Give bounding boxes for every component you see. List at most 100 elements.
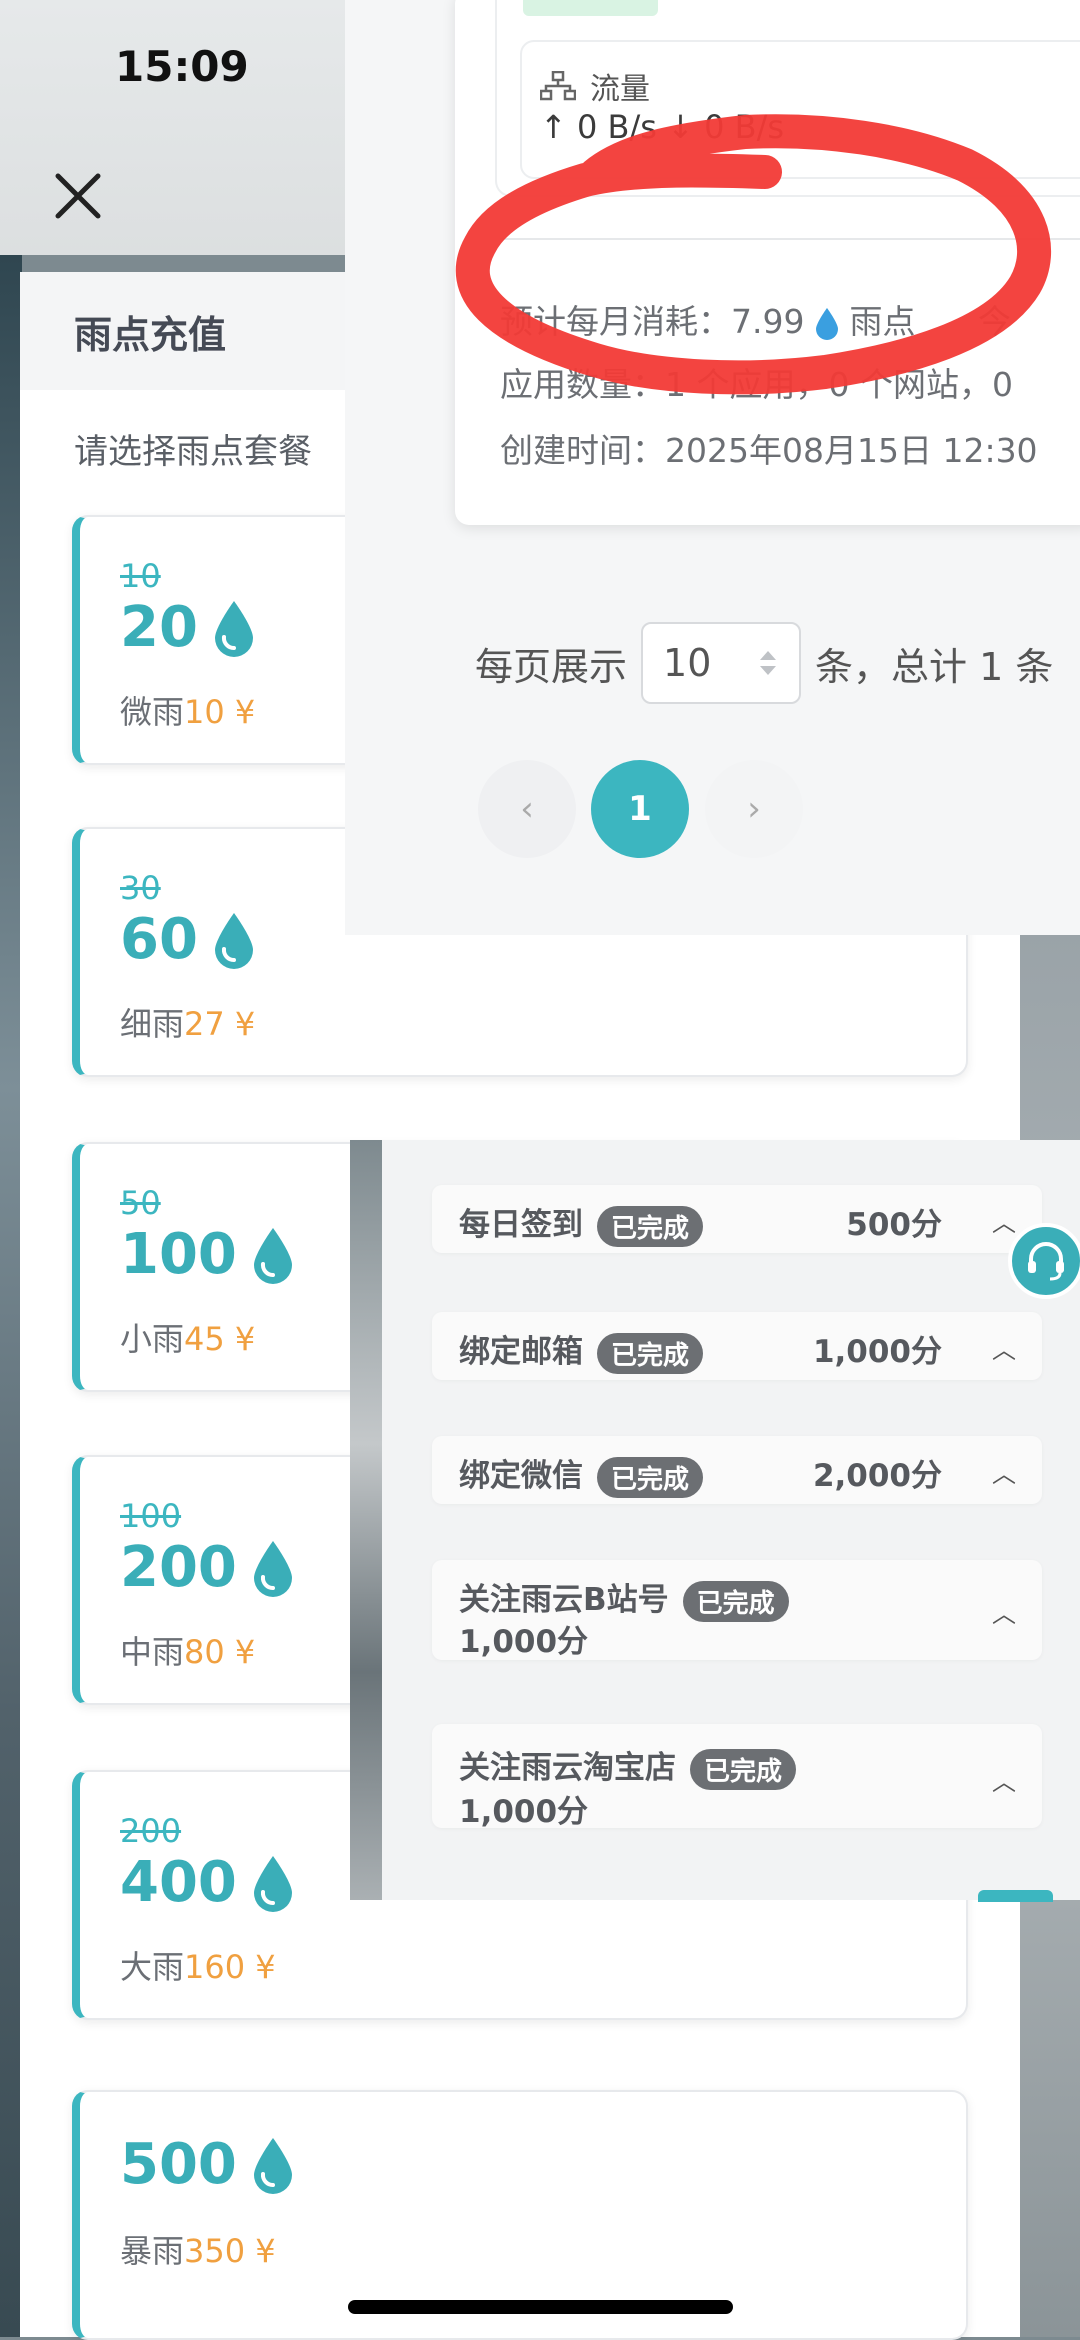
task-name: 关注雨云淘宝店 已完成 [459, 1742, 797, 1790]
package-name: 大雨 [120, 1948, 185, 1986]
status-badge: 已完成 [597, 1457, 704, 1498]
package-price: 10 ¥ [184, 693, 255, 731]
task-name: 绑定邮箱 已完成 [459, 1326, 704, 1374]
task-row[interactable]: 关注雨云B站号 已完成 1,000分 ︿ [432, 1560, 1042, 1660]
package-amount: 100 [120, 1222, 295, 1287]
original-amount: 100 [120, 1497, 182, 1535]
background-strip [350, 1140, 382, 1900]
currency-symbol: ¥ [234, 1005, 256, 1043]
task-row[interactable]: 关注雨云淘宝店 已完成 1,000分 ︿ [432, 1724, 1042, 1830]
per-page-select[interactable]: 10 [641, 622, 802, 704]
package-price-value: 45 [184, 1320, 225, 1358]
package-amount-value: 400 [120, 1850, 237, 1915]
package-amount-value: 100 [120, 1222, 237, 1287]
customer-support-button[interactable] [1008, 1223, 1080, 1299]
package-name: 暴雨 [120, 2232, 185, 2270]
package-amount-value: 20 [120, 595, 198, 660]
original-amount: 10 [120, 557, 161, 595]
task-row[interactable]: 绑定微信 已完成 2,000分 ︿ [432, 1436, 1042, 1504]
original-amount: 200 [120, 1812, 182, 1850]
package-amount: 200 [120, 1535, 295, 1600]
currency-symbol: ¥ [234, 1633, 256, 1671]
package-label: 细雨27 ¥ [120, 999, 255, 1045]
task-title: 关注雨云淘宝店 [459, 1750, 676, 1786]
package-price-value: 80 [184, 1633, 225, 1671]
task-row[interactable]: 绑定邮箱 已完成 1,000分 ︿ [432, 1312, 1042, 1380]
package-name: 细雨 [120, 1005, 185, 1043]
package-price: 350 ¥ [184, 2232, 276, 2270]
package-price: 45 ¥ [184, 1320, 255, 1358]
task-points: 1,000分 [812, 1334, 942, 1370]
status-badge: 已完成 [597, 1333, 704, 1374]
package-amount: 60 [120, 907, 256, 972]
task-points: 2,000分 [812, 1458, 942, 1494]
chevron-up-icon[interactable]: ︿ [992, 1203, 1016, 1238]
currency-symbol: ¥ [234, 693, 256, 731]
chevron-up-icon[interactable]: ︿ [992, 1454, 1016, 1489]
recharge-subtitle: 请选择雨点套餐 [74, 432, 312, 472]
raindrop-icon [253, 1540, 292, 1597]
package-label: 小雨45 ¥ [120, 1314, 255, 1360]
raindrop-icon [214, 600, 253, 657]
status-badge: 已完成 [682, 1581, 789, 1622]
task-name: 每日签到 已完成 [459, 1199, 704, 1247]
package-price: 160 ¥ [184, 1948, 276, 1986]
background-left [0, 255, 22, 2337]
per-page-label: 每页展示 [475, 644, 628, 689]
page-number: 1 [628, 789, 652, 829]
raindrop-icon [253, 2137, 292, 2194]
server-screenshot-overlay: 流量 ↑ 0 B/s ↓ 0 B/s 预计每月消耗：7.99 雨点 今 应用数量… [345, 0, 1080, 935]
original-amount: 30 [120, 869, 161, 907]
raindrop-icon [253, 1227, 292, 1284]
currency-symbol: ¥ [255, 2232, 276, 2270]
package-amount: 20 [120, 595, 256, 660]
package-amount-value: 200 [120, 1535, 237, 1600]
close-icon [55, 173, 101, 219]
task-title: 每日签到 [459, 1207, 583, 1243]
task-title: 关注雨云B站号 [459, 1582, 669, 1618]
total-count: 条，总计 1 条 [815, 644, 1054, 689]
task-title: 绑定微信 [459, 1458, 583, 1494]
task-points: 1,000分 [459, 1794, 589, 1830]
original-amount: 50 [120, 1184, 161, 1222]
prev-page-button[interactable]: ‹ [478, 760, 576, 858]
chevron-up-icon[interactable]: ︿ [992, 1762, 1016, 1797]
package-price-value: 160 [184, 1948, 246, 1986]
package-amount: 500 [120, 2132, 295, 2197]
status-bar-time: 15:09 [115, 42, 249, 91]
task-title: 绑定邮箱 [459, 1334, 583, 1370]
status-badge: 已完成 [690, 1749, 797, 1790]
package-label: 微雨10 ¥ [120, 687, 255, 733]
chevron-right-icon: › [747, 789, 761, 829]
pagination-bar: 每页展示 10 条，总计 1 条 [475, 622, 1053, 704]
tasks-screenshot-overlay: 每日签到 已完成 500分 ︿ 绑定邮箱 已完成 1,000分 ︿ 绑定微信 已完成 … [350, 1140, 1080, 1900]
package-price: 80 ¥ [184, 1633, 255, 1671]
package-price-value: 10 [184, 693, 225, 731]
chevron-up-icon[interactable]: ︿ [992, 1594, 1016, 1629]
status-badge: 已完成 [597, 1206, 704, 1247]
package-label: 暴雨350 ¥ [120, 2226, 276, 2272]
task-name: 绑定微信 已完成 [459, 1450, 704, 1498]
task-points: 500分 [846, 1207, 942, 1243]
package-name: 微雨 [120, 693, 185, 731]
package-price-value: 27 [184, 1005, 225, 1043]
next-page-button[interactable]: › [705, 760, 803, 858]
per-page-value: 10 [663, 641, 712, 685]
close-button[interactable] [50, 168, 106, 224]
package-label: 大雨160 ¥ [120, 1942, 276, 1988]
task-row[interactable]: 每日签到 已完成 500分 ︿ [432, 1185, 1042, 1253]
raindrop-icon [253, 1855, 292, 1912]
chevron-left-icon: ‹ [520, 789, 534, 829]
package-name: 中雨 [120, 1633, 185, 1671]
sort-arrows-icon [760, 651, 777, 675]
home-indicator[interactable] [348, 2300, 733, 2314]
currency-symbol: ¥ [234, 1320, 256, 1358]
task-points: 1,000分 [459, 1624, 589, 1660]
headset-icon [1028, 1242, 1064, 1281]
page-1-button[interactable]: 1 [591, 760, 689, 858]
chevron-up-icon[interactable]: ︿ [992, 1330, 1016, 1365]
recharge-title: 雨点充值 [74, 313, 227, 357]
currency-symbol: ¥ [255, 1948, 276, 1986]
package-price: 27 ¥ [184, 1005, 255, 1043]
package-amount-value: 60 [120, 907, 198, 972]
